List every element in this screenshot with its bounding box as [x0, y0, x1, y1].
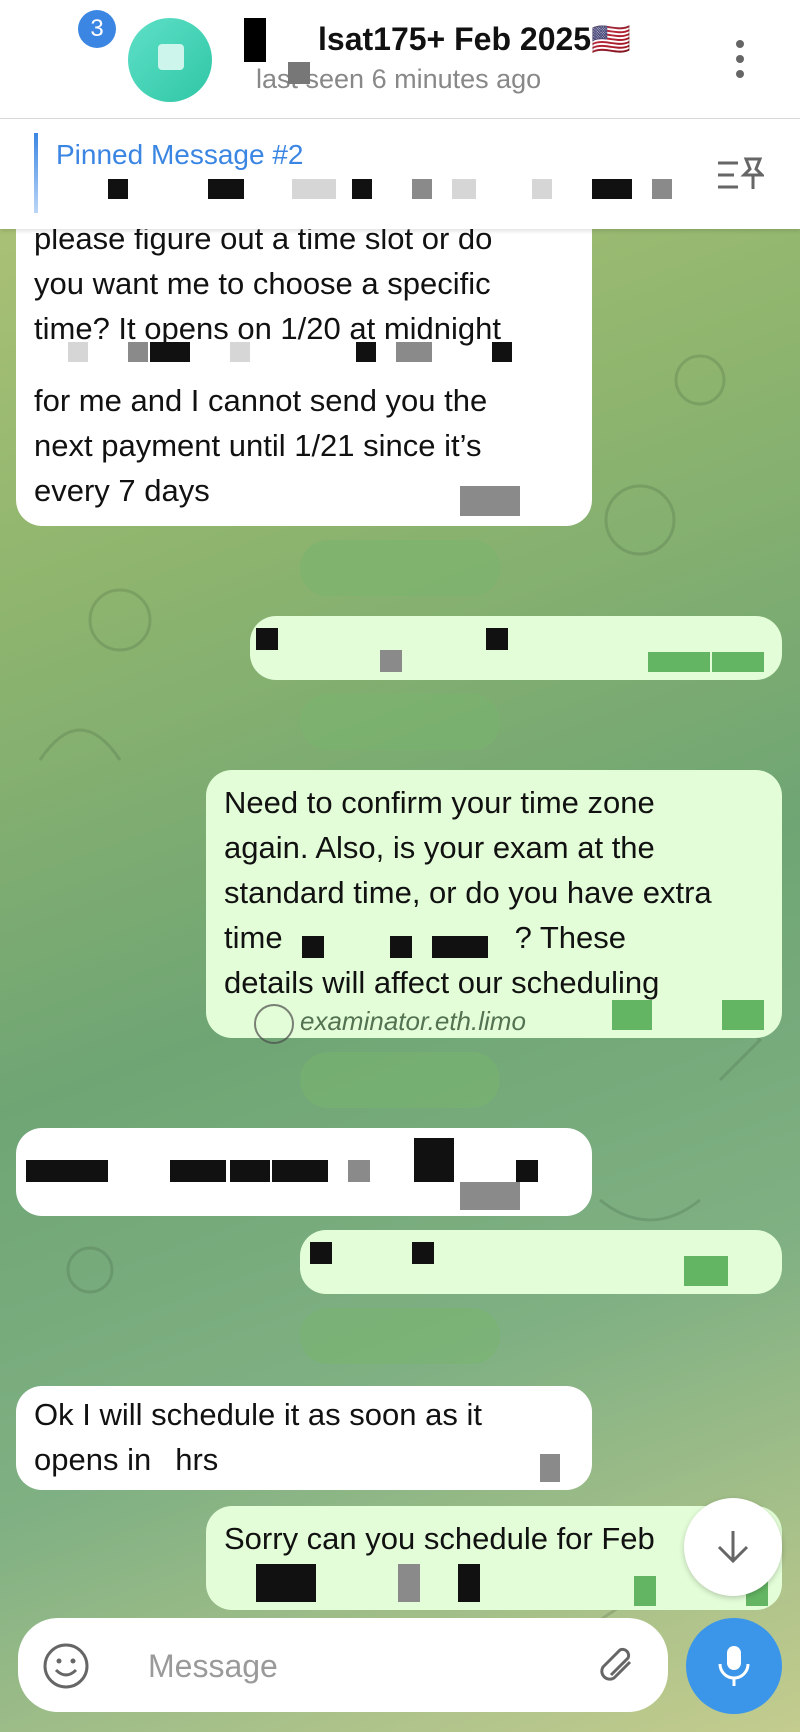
microphone-icon: [718, 1646, 750, 1686]
arrow-down-icon: [717, 1531, 749, 1564]
message-incoming[interactable]: [16, 1128, 592, 1216]
pinned-preview-redacted: [56, 177, 676, 207]
message-outgoing[interactable]: [300, 1230, 782, 1294]
message-outgoing[interactable]: [250, 616, 782, 680]
watermark-globe-icon: [254, 1004, 294, 1044]
message-line: Sorry can you schedule for Feb: [224, 1521, 655, 1556]
pinned-list-icon[interactable]: [716, 155, 764, 195]
message-incoming[interactable]: please figure out a time slot or do you …: [16, 190, 592, 526]
pinned-indicator: [34, 133, 38, 213]
date-separator: [300, 1052, 500, 1108]
message-composer: Message: [18, 1618, 668, 1712]
watermark-text: examinator.eth.limo: [300, 1006, 526, 1036]
voice-record-button[interactable]: [686, 1618, 782, 1714]
message-line: ? These: [514, 920, 627, 955]
message-line: standard time, or do you have extra: [224, 875, 712, 910]
attach-icon[interactable]: [594, 1642, 642, 1690]
message-line: opens in: [34, 1442, 152, 1477]
emoji-icon[interactable]: [42, 1642, 90, 1690]
message-line: hrs: [175, 1442, 219, 1477]
message-input[interactable]: Message: [148, 1648, 278, 1685]
message-line: for me and I cannot send you the: [34, 383, 488, 418]
message-line: time: [224, 920, 283, 955]
chat-title[interactable]: lsat175+ Feb 2025🇺🇸: [318, 20, 631, 58]
date-separator: [300, 1308, 500, 1364]
chat-header: 3 lsat175+ Feb 2025🇺🇸 last seen 6 minute…: [0, 0, 800, 119]
avatar[interactable]: [128, 18, 212, 102]
unread-badge[interactable]: 3: [78, 10, 116, 48]
scroll-down-button[interactable]: [684, 1498, 782, 1596]
message-line: you want me to choose a specific: [34, 266, 491, 301]
redacted-block: [244, 18, 266, 62]
message-line: next payment until 1/21 since it’s: [34, 428, 482, 463]
message-incoming[interactable]: Ok I will schedule it as soon as it open…: [16, 1386, 592, 1490]
date-separator: [300, 694, 500, 750]
message-line: Need to confirm your time zone: [224, 785, 655, 820]
pinned-title: Pinned Message #2: [56, 139, 304, 170]
pinned-message-bar[interactable]: Pinned Message #2: [0, 119, 800, 229]
date-separator: [300, 540, 500, 596]
message-line: again. Also, is your exam at the: [224, 830, 655, 865]
more-menu-icon[interactable]: [728, 36, 752, 86]
message-line: details will affect our scheduling: [224, 965, 660, 1000]
redacted-block: [288, 62, 310, 84]
message-time-redacted: [460, 486, 520, 516]
message-line: every 7 days: [34, 473, 210, 508]
message-line: Ok I will schedule it as soon as it: [34, 1397, 482, 1432]
message-outgoing[interactable]: Need to confirm your time zone again. Al…: [206, 770, 782, 1038]
